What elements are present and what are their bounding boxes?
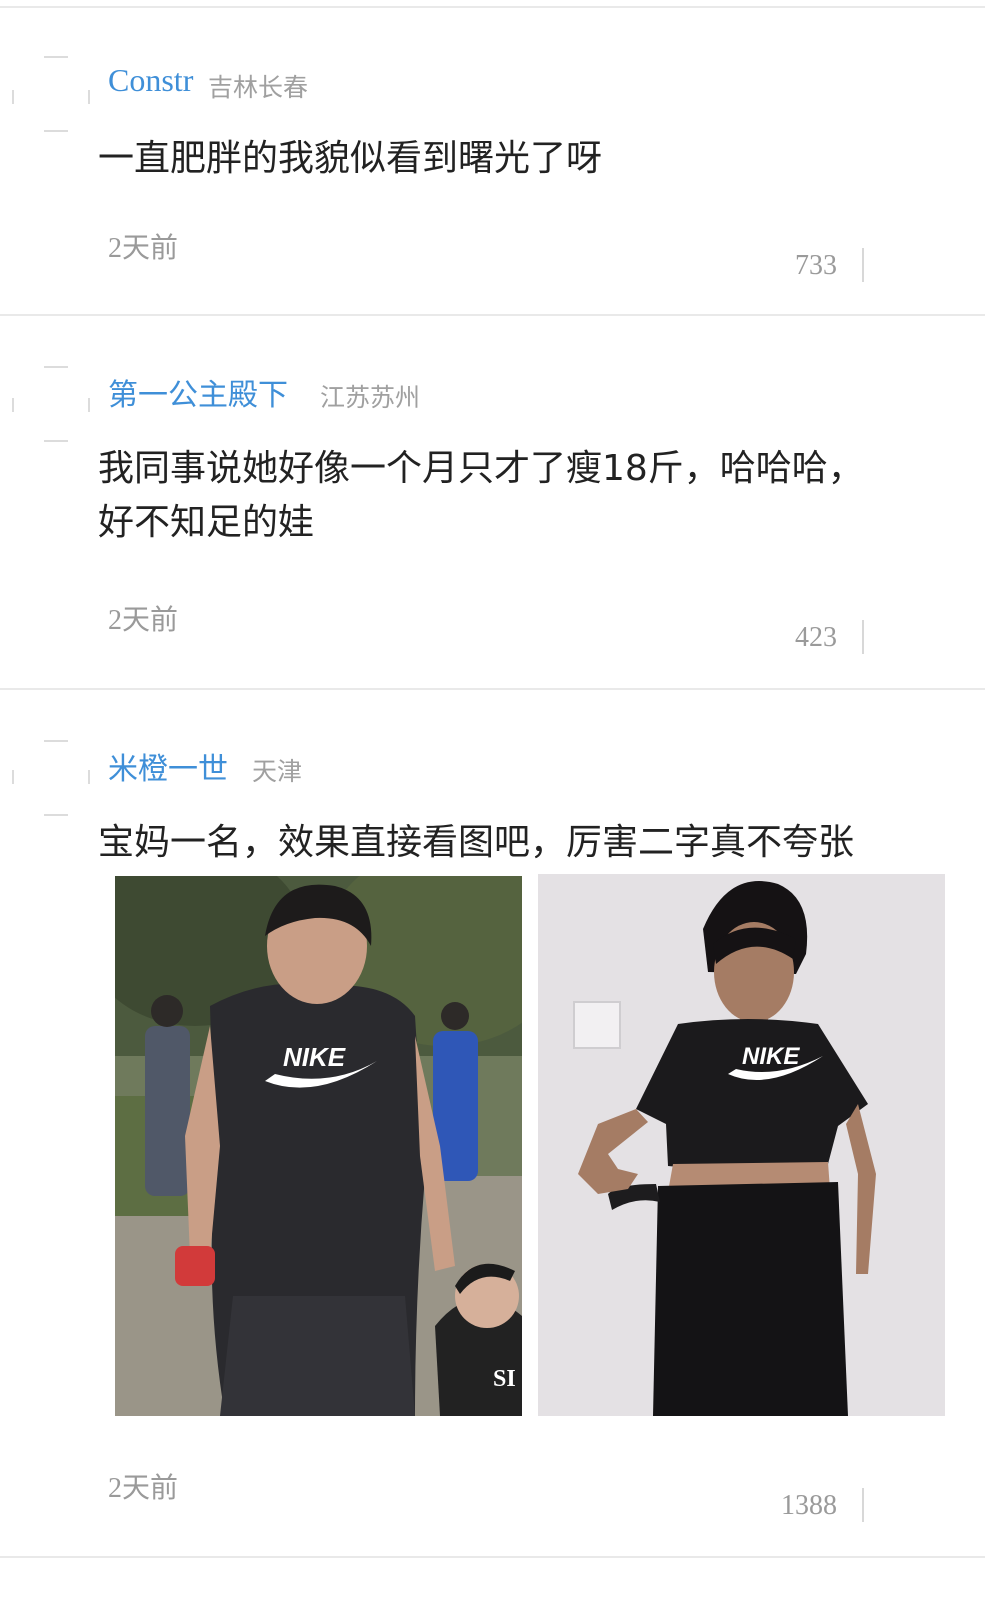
like-divider xyxy=(862,248,864,282)
username[interactable]: Constr xyxy=(108,62,193,99)
comment-time: 2天前 xyxy=(108,233,179,264)
comment-text: 宝妈一名，效果直接看图吧，厉害二字真不夸张 xyxy=(98,822,855,863)
username[interactable]: 米橙一世 xyxy=(108,744,228,788)
comment-text: 我同事说她好像一个月只才了瘦18斤，哈哈哈， 好不知足的娃 xyxy=(98,448,864,543)
like-count[interactable]: 423 xyxy=(795,622,837,654)
avatar[interactable] xyxy=(12,50,92,132)
comment-divider xyxy=(0,1556,985,1558)
like-divider xyxy=(862,620,864,654)
user-location: 江苏苏州 xyxy=(320,383,421,412)
comment-time: 2天前 xyxy=(108,605,179,636)
child-shirt-text: SI xyxy=(493,1366,516,1392)
nike-logo-text: NIKE xyxy=(283,1042,346,1072)
comment-time: 2天前 xyxy=(108,1473,179,1504)
top-divider xyxy=(0,6,985,8)
avatar[interactable] xyxy=(12,362,92,442)
like-divider xyxy=(862,1488,864,1522)
avatar[interactable] xyxy=(12,736,92,816)
nike-logo-text: NIKE xyxy=(742,1043,800,1070)
comment-text: 一直肥胖的我貌似看到曙光了呀 xyxy=(98,138,603,179)
like-count[interactable]: 1388 xyxy=(781,1490,837,1522)
comment-divider xyxy=(0,688,985,690)
username[interactable]: 第一公主殿下 xyxy=(108,370,288,414)
like-count[interactable]: 733 xyxy=(795,250,837,282)
user-location: 天津 xyxy=(252,757,303,786)
user-location: 吉林长春 xyxy=(208,73,309,102)
comment-divider xyxy=(0,314,985,316)
after-photo[interactable]: NIKE xyxy=(538,874,945,1416)
before-photo[interactable]: NIKE SI xyxy=(115,876,522,1416)
